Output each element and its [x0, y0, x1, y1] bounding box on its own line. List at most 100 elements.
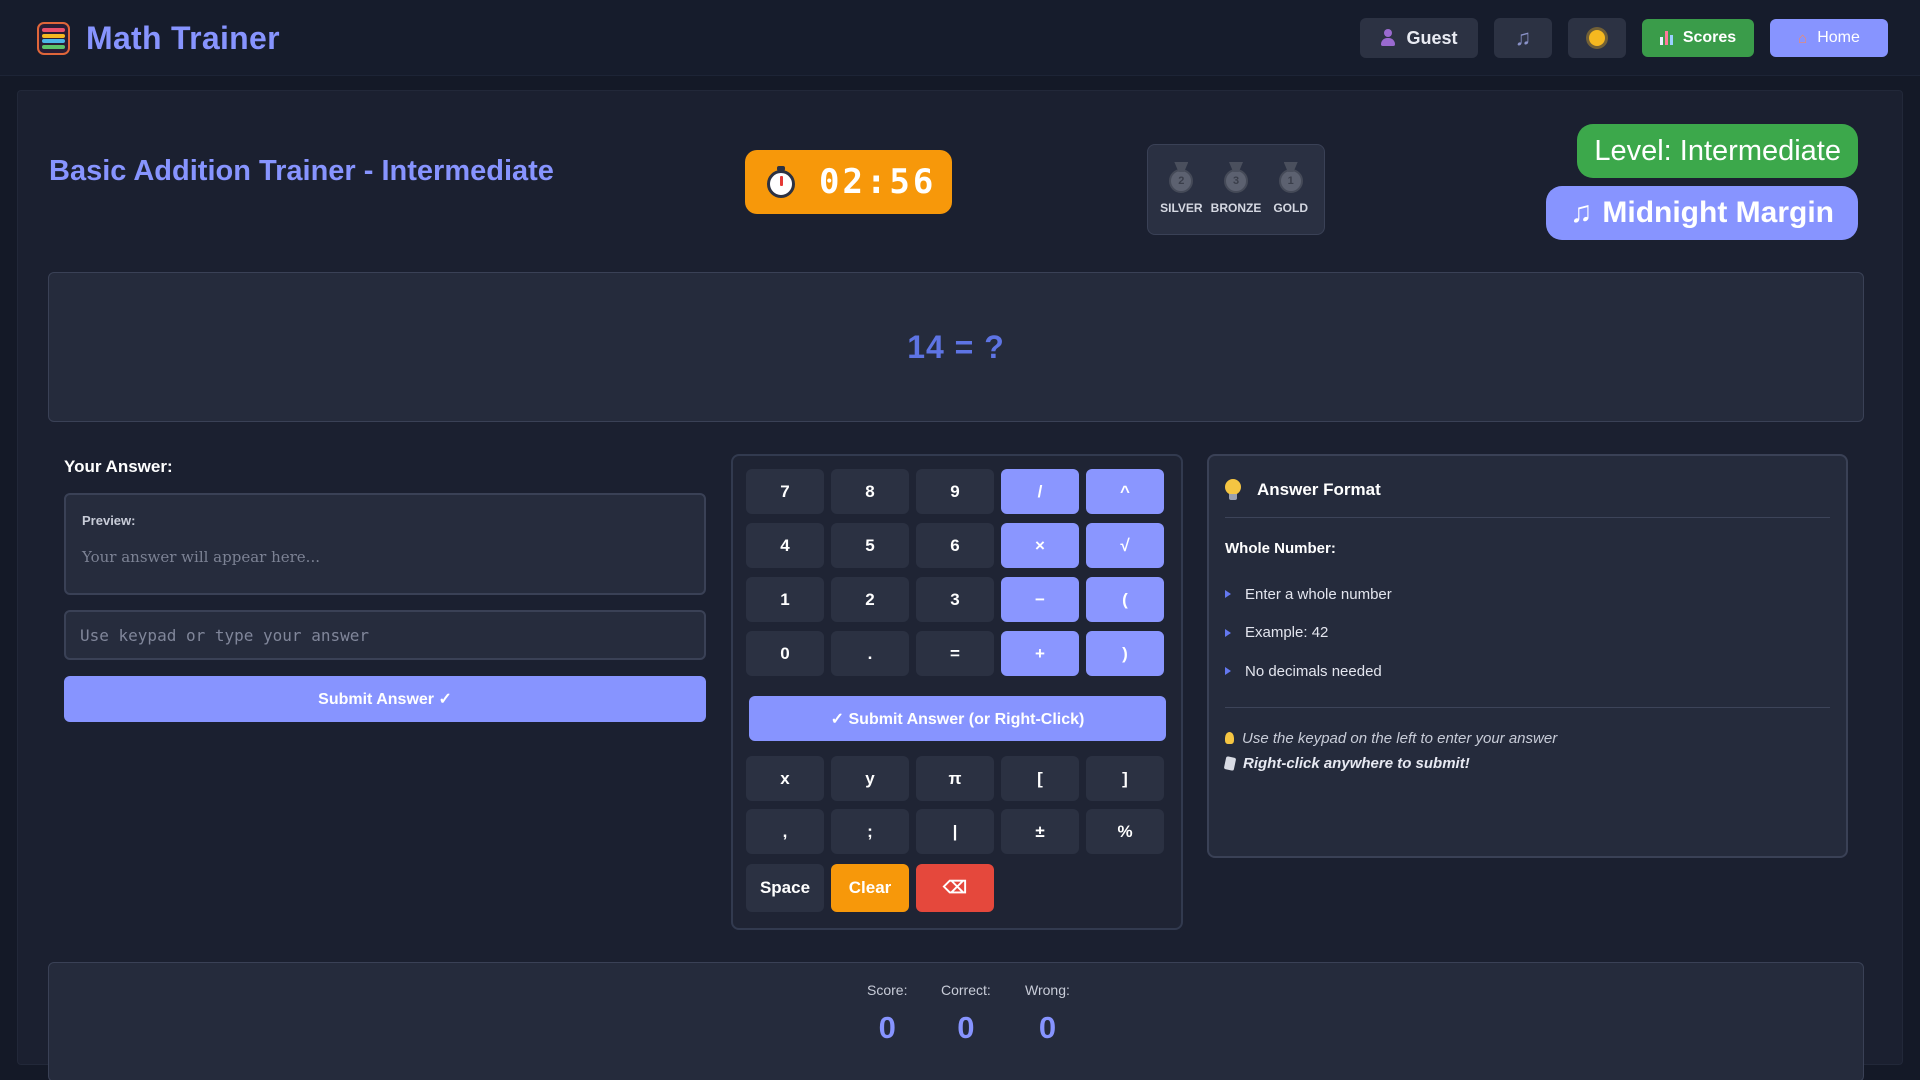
list-item: Example: 42 — [1225, 614, 1830, 653]
scores-button[interactable]: Scores — [1642, 19, 1754, 57]
correct-label: Correct: — [941, 982, 991, 998]
guest-button[interactable]: Guest — [1360, 18, 1478, 58]
medal-silver: 2 SILVER — [1154, 163, 1209, 234]
score-panel: Score: 0 Correct: 0 Wrong: 0 — [48, 962, 1864, 1080]
score-value: 0 — [878, 1010, 896, 1045]
key-1[interactable]: 1 — [746, 577, 824, 622]
wrong-label: Wrong: — [1025, 982, 1070, 998]
theme-toggle-button[interactable] — [1568, 18, 1626, 58]
tip-text: Right-click anywhere to submit! — [1243, 754, 1470, 772]
lightbulb-icon — [1225, 479, 1241, 501]
key-equals[interactable]: = — [916, 631, 994, 676]
key-plus-minus[interactable]: ± — [1001, 809, 1079, 854]
key-divide[interactable]: / — [1001, 469, 1079, 514]
level-badge: Level: Intermediate — [1577, 124, 1858, 178]
stopwatch-icon — [767, 166, 795, 198]
music-note-icon: ♫ — [1569, 196, 1593, 229]
home-label: Home — [1817, 29, 1860, 46]
countdown-timer: 02:56 — [745, 150, 952, 214]
key-power[interactable]: ^ — [1086, 469, 1164, 514]
key-x[interactable]: x — [746, 756, 824, 801]
key-multiply[interactable]: × — [1001, 523, 1079, 568]
scores-label: Scores — [1682, 29, 1737, 46]
key-close-bracket[interactable]: ] — [1086, 756, 1164, 801]
trainer-panel: Basic Addition Trainer - Intermediate 02… — [17, 90, 1903, 1080]
medal-label: GOLD — [1273, 201, 1309, 215]
key-close-paren[interactable]: ) — [1086, 631, 1164, 676]
bullet-icon — [1225, 628, 1231, 637]
correct-value: 0 — [957, 1010, 975, 1045]
key-2[interactable]: 2 — [831, 577, 909, 622]
home-button[interactable]: ⌂ Home — [1770, 19, 1888, 57]
key-9[interactable]: 9 — [916, 469, 994, 514]
key-decimal[interactable]: . — [831, 631, 909, 676]
format-subtitle: Whole Number: — [1225, 540, 1336, 557]
space-button[interactable]: Space — [746, 864, 824, 912]
format-tips: Use the keypad on the left to enter your… — [1223, 706, 1830, 776]
answer-label: Your Answer: — [64, 457, 173, 476]
user-icon — [1380, 29, 1396, 47]
score-stat: Score: 0 — [867, 982, 907, 1046]
key-semicolon[interactable]: ; — [831, 809, 909, 854]
song-badge[interactable]: ♫ Midnight Margin — [1545, 186, 1858, 240]
question-text: 14 = ? — [907, 328, 1005, 365]
key-open-bracket[interactable]: [ — [1001, 756, 1079, 801]
preview-placeholder: Your answer will appear here... — [82, 548, 320, 566]
key-minus[interactable]: − — [1001, 577, 1079, 622]
bar-chart-icon — [1659, 31, 1673, 45]
wrong-value: 0 — [1038, 1010, 1057, 1045]
medal-icon: 1 — [1278, 169, 1303, 193]
answer-format-panel: Answer Format Whole Number: Enter a whol… — [1207, 454, 1848, 858]
tip-keypad: Use the keypad on the left to enter your… — [1225, 726, 1830, 751]
tip-right-click: Right-click anywhere to submit! — [1223, 751, 1830, 776]
question-display: 14 = ? — [48, 272, 1864, 422]
list-item-text: No decimals needed — [1245, 662, 1382, 680]
bullet-icon — [1225, 590, 1231, 599]
key-3[interactable]: 3 — [916, 577, 994, 622]
key-sqrt[interactable]: √ — [1086, 523, 1164, 568]
key-y[interactable]: y — [831, 756, 909, 801]
key-comma[interactable]: , — [746, 809, 824, 854]
tip-text: Use the keypad on the left to enter your… — [1242, 729, 1558, 747]
app-title: Math Trainer — [86, 20, 280, 56]
format-title: Answer Format — [1257, 480, 1381, 499]
sun-icon — [1589, 30, 1605, 46]
score-label: Score: — [867, 982, 908, 998]
clear-button[interactable]: Clear — [831, 864, 909, 912]
music-toggle-button[interactable]: ♫ — [1494, 18, 1552, 58]
key-4[interactable]: 4 — [746, 523, 824, 568]
guest-label: Guest — [1406, 27, 1458, 48]
key-7[interactable]: 7 — [746, 469, 824, 514]
medal-tracker: 2 SILVER 3 BRONZE 1 GOLD — [1147, 144, 1325, 235]
key-percent[interactable]: % — [1086, 809, 1164, 854]
answer-preview: Preview: Your answer will appear here... — [64, 493, 706, 595]
bullet-icon — [1225, 667, 1231, 676]
key-pi[interactable]: π — [916, 756, 994, 801]
submit-answer-button[interactable]: Submit Answer ✓ — [64, 676, 706, 722]
backspace-button[interactable]: ⌫ — [916, 864, 994, 912]
brand[interactable]: Math Trainer — [37, 20, 280, 57]
abacus-icon — [37, 22, 70, 55]
key-8[interactable]: 8 — [831, 469, 909, 514]
list-item-text: Example: 42 — [1245, 624, 1329, 642]
key-plus[interactable]: + — [1001, 631, 1079, 676]
answer-input[interactable] — [64, 610, 706, 660]
medal-label: SILVER — [1160, 201, 1203, 215]
key-open-paren[interactable]: ( — [1086, 577, 1164, 622]
list-item: No decimals needed — [1225, 652, 1830, 691]
page-title: Basic Addition Trainer - Intermediate — [49, 155, 554, 187]
lightbulb-icon — [1225, 732, 1234, 744]
medal-bronze: 3 BRONZE — [1209, 163, 1264, 234]
key-0[interactable]: 0 — [746, 631, 824, 676]
keypad: 7 8 9 / ^ 4 5 6 × √ 1 2 3 − ( 0 . = + ) … — [731, 454, 1183, 930]
medal-gold: 1 GOLD — [1263, 163, 1318, 234]
key-pipe[interactable]: | — [916, 809, 994, 854]
medal-label: BRONZE — [1210, 201, 1262, 215]
top-navigation-bar: Math Trainer Guest ♫ Scores ⌂ Home — [0, 0, 1920, 76]
house-icon: ⌂ — [1798, 29, 1808, 47]
keypad-submit-button[interactable]: ✓ Submit Answer (or Right-Click) — [749, 696, 1166, 741]
wrong-stat: Wrong: 0 — [1025, 982, 1070, 1046]
key-5[interactable]: 5 — [831, 523, 909, 568]
song-title: Midnight Margin — [1602, 196, 1834, 229]
key-6[interactable]: 6 — [916, 523, 994, 568]
